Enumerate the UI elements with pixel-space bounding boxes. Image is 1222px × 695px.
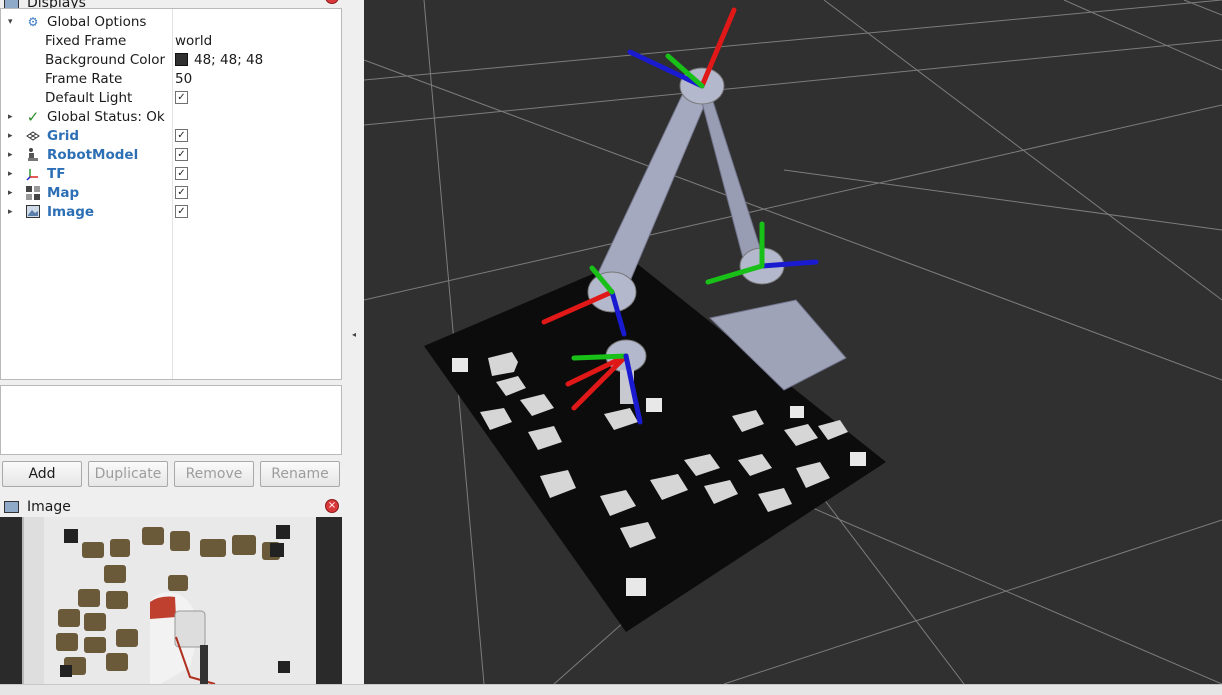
tree-row-background-color[interactable]: Background Color 48; 48; 48 <box>1 50 341 69</box>
tree-row-global-status[interactable]: ▸ ✓ Global Status: Ok <box>1 107 341 126</box>
tree-row-global-options[interactable]: ▾ ⚙ Global Options <box>1 12 341 31</box>
check-icon: ✓ <box>26 107 40 126</box>
gear-icon: ⚙ <box>27 14 39 29</box>
3d-viewport[interactable] <box>364 0 1222 684</box>
tree-row-map[interactable]: ▸ Map ✓ <box>1 183 341 202</box>
left-dock: Displays × ▾ ⚙ Global Options Fixed Fram… <box>0 0 345 684</box>
tree-label: Image <box>47 203 95 220</box>
map-icon <box>25 185 41 200</box>
property-label: Fixed Frame <box>45 32 127 49</box>
property-label: Default Light <box>45 89 133 106</box>
image-panel-icon <box>4 501 19 513</box>
property-label: Background Color <box>45 51 166 68</box>
robotmodel-checkbox[interactable]: ✓ <box>175 148 188 161</box>
status-bar <box>0 684 1222 695</box>
background-color-text: 48; 48; 48 <box>194 51 264 68</box>
splitter-handle-icon[interactable]: ◂ <box>352 330 356 339</box>
tree-row-default-light[interactable]: Default Light ✓ <box>1 88 341 107</box>
collapse-icon[interactable]: ▸ <box>8 112 13 122</box>
camera-image <box>0 517 342 684</box>
rename-button[interactable]: Rename <box>260 461 340 487</box>
color-swatch[interactable] <box>175 53 188 66</box>
tree-label: Global Options <box>47 13 147 30</box>
image-close-icon[interactable]: × <box>325 499 339 513</box>
tree-label: Grid <box>47 127 80 144</box>
displays-close-icon[interactable]: × <box>325 0 339 4</box>
displays-tree: ▾ ⚙ Global Options Fixed Frame world Bac… <box>0 8 342 380</box>
property-label: Frame Rate <box>45 70 123 87</box>
remove-button[interactable]: Remove <box>174 461 254 487</box>
tree-label: RobotModel <box>47 146 139 163</box>
image-icon <box>25 204 41 219</box>
collapse-icon[interactable]: ▸ <box>8 169 13 179</box>
duplicate-button[interactable]: Duplicate <box>88 461 168 487</box>
tree-row-frame-rate[interactable]: Frame Rate 50 <box>1 69 341 88</box>
frame-rate-value[interactable]: 50 <box>175 71 192 87</box>
tree-row-image[interactable]: ▸ Image ✓ <box>1 202 341 221</box>
tree-row-fixed-frame[interactable]: Fixed Frame world <box>1 31 341 50</box>
collapse-icon[interactable]: ▸ <box>8 188 13 198</box>
tree-row-tf[interactable]: ▸ TF ✓ <box>1 164 341 183</box>
tf-checkbox[interactable]: ✓ <box>175 167 188 180</box>
expand-icon[interactable]: ▾ <box>8 17 13 27</box>
grid-icon <box>25 128 41 143</box>
tree-label: Map <box>47 184 80 201</box>
default-light-checkbox[interactable]: ✓ <box>175 91 188 104</box>
background-color-value[interactable]: 48; 48; 48 <box>175 52 263 68</box>
tree-label: TF <box>47 165 66 182</box>
collapse-icon[interactable]: ▸ <box>8 150 13 160</box>
collapse-icon[interactable]: ▸ <box>8 207 13 217</box>
image-title-bar: Image × <box>0 498 343 516</box>
image-title: Image <box>27 499 71 515</box>
fixed-frame-value[interactable]: world <box>175 33 212 49</box>
map-checkbox[interactable]: ✓ <box>175 186 188 199</box>
add-button[interactable]: Add <box>2 461 82 487</box>
image-checkbox[interactable]: ✓ <box>175 205 188 218</box>
grid-checkbox[interactable]: ✓ <box>175 129 188 142</box>
tree-row-grid[interactable]: ▸ Grid ✓ <box>1 126 341 145</box>
tree-row-robotmodel[interactable]: ▸ RobotModel ✓ <box>1 145 341 164</box>
robot-icon <box>25 147 41 162</box>
axes-icon <box>25 166 41 181</box>
description-box <box>0 385 342 455</box>
tree-label: Global Status: Ok <box>47 108 165 125</box>
collapse-icon[interactable]: ▸ <box>8 131 13 141</box>
